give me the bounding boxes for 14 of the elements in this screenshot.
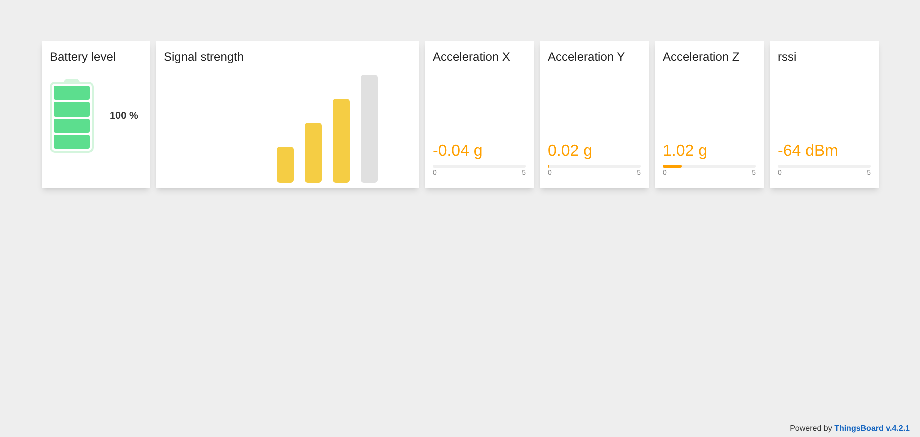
value-reading: -0.04 g bbox=[433, 142, 484, 160]
value-reading: -64 dBm bbox=[778, 142, 840, 160]
value-reading: 0.02 g bbox=[548, 142, 594, 160]
footer-text: Powered by bbox=[790, 424, 834, 433]
card-title: Acceleration Z bbox=[663, 50, 741, 64]
battery-icon bbox=[50, 79, 94, 153]
card-title: Acceleration X bbox=[433, 50, 512, 64]
value-reading: 1.02 g bbox=[663, 142, 708, 160]
card-title: Acceleration Y bbox=[548, 50, 626, 64]
footer-link[interactable]: ThingsBoard v.4.2.1 bbox=[834, 424, 910, 433]
battery-reading: 100 % bbox=[110, 110, 138, 124]
card-title: Battery level bbox=[50, 50, 118, 64]
card-title: Signal strength bbox=[164, 50, 246, 64]
card-title: rssi bbox=[778, 50, 798, 64]
